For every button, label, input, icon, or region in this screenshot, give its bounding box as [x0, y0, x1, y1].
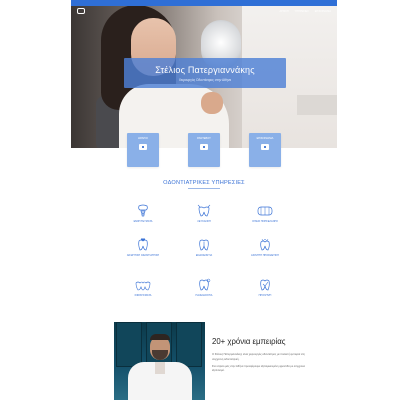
service-prevention[interactable]: ΠΡΟΛΗΨΗ — [233, 278, 297, 297]
service-label: ΠΑΙΔΟΔΟΝΤΙΑ — [195, 294, 213, 297]
doctor-hair — [150, 334, 170, 340]
service-label: ΠΡΟΛΗΨΗ — [258, 294, 272, 297]
navbar: ΑΡΧΙΚΗ ΥΠΗΡΕΣΙΕΣ ΕΠΙΚΟΙΝΩΝΙΑ — [71, 6, 337, 16]
mail-icon — [261, 144, 269, 150]
service-implants[interactable]: ΕΜΦΥΤΕΥΜΑΤΑ — [111, 204, 175, 223]
service-label: ΛΕΥΚΑΝΣΗ — [197, 220, 211, 223]
service-fillings[interactable]: ΣΦΡΑΓΙΣΜΑΤΑ — [111, 280, 175, 297]
service-endodontics[interactable]: ΕΝΔΟΔΟΝΤΙΑ — [172, 238, 236, 257]
hero-title: Στέλιος Πατεργιαννάκης — [155, 64, 255, 75]
card-label: ΩΡΑΡΙΟ — [138, 137, 148, 140]
child-tooth-icon — [199, 278, 211, 291]
service-whitening[interactable]: ΛΕΥΚΑΝΣΗ — [172, 204, 236, 223]
hero-shelf — [297, 95, 337, 115]
about-title: 20+ χρόνια εμπειρίας — [212, 337, 286, 346]
nav-link-services[interactable]: ΥΠΗΡΕΣΙΕΣ — [295, 10, 309, 13]
nav-link-contact[interactable]: ΕΠΙΚΟΙΝΩΝΙΑ — [315, 10, 331, 13]
tooth-icon — [138, 238, 148, 251]
service-label: ΕΝΔΟΔΟΝΤΙΑ — [195, 254, 213, 257]
card-hours[interactable]: ΩΡΑΡΙΟ — [127, 133, 159, 167]
hero-person-hand — [201, 92, 223, 114]
tooth-logo-icon[interactable] — [77, 8, 85, 14]
doctor-collar — [155, 362, 165, 374]
whitening-icon — [197, 204, 211, 217]
service-label: ΣΦΡΑΓΙΣΜΑΤΑ — [134, 294, 152, 297]
calendar-icon — [139, 144, 147, 150]
root-canal-icon — [199, 239, 209, 251]
service-label: ΑΚΙΝΗΤΗ ΠΡΟΣΘΕΤΙΚΗ — [251, 254, 279, 257]
services-title: ΟΔΟΝΤΙΑΤΡΙΚΕΣ ΥΠΗΡΕΣΙΕΣ — [163, 180, 245, 186]
implant-icon — [138, 204, 148, 217]
doctor-photo — [114, 322, 205, 400]
card-contact[interactable]: ΕΠΙΚΟΙΝΩΝΙΑ — [249, 133, 281, 167]
nav-link-home[interactable]: ΑΡΧΙΚΗ — [280, 10, 289, 13]
card-appointment[interactable]: ΡΑΝΤΕΒΟΥ — [188, 133, 220, 167]
card-label: ΡΑΝΤΕΒΟΥ — [197, 137, 211, 140]
service-label: ΑΙΣΘΗΤΙΚΗ ΟΔΟΝΤΙΑΤΡΙΚΗ — [126, 254, 160, 257]
service-label: ΕΜΦΥΤΕΥΜΑΤΑ — [133, 220, 153, 223]
crown-icon — [260, 238, 270, 251]
veneer-icon — [257, 206, 273, 216]
website: Στέλιος Πατεργιαννάκης Χειρουργός Οδοντί… — [71, 0, 337, 400]
card-label: ΕΠΙΚΟΙΝΩΝΙΑ — [256, 137, 274, 140]
service-pediatric[interactable]: ΠΑΙΔΟΔΟΝΤΙΑ — [172, 278, 236, 297]
service-veneers[interactable]: ΟΨΕΙΣ ΠΟΡΣΕΛΑΝΗΣ — [233, 204, 297, 223]
hero-banner: Στέλιος Πατεργιαννάκης Χειρουργός Οδοντί… — [124, 58, 286, 88]
nav-links: ΑΡΧΙΚΗ ΥΠΗΡΕΣΙΕΣ ΕΠΙΚΟΙΝΩΝΙΑ — [280, 10, 332, 13]
prevention-icon — [260, 279, 270, 291]
filling-icon — [135, 281, 151, 291]
hero-section: Στέλιος Πατεργιαννάκης Χειρουργός Οδοντί… — [71, 0, 337, 148]
service-aesthetic[interactable]: ΑΙΣΘΗΤΙΚΗ ΟΔΟΝΤΙΑΤΡΙΚΗ — [111, 238, 175, 257]
about-paragraph: Ο Στέλιος Πατεργιαννάκης είναι χειρουργό… — [212, 353, 305, 361]
feature-cards: ΩΡΑΡΙΟ ΡΑΝΤΕΒΟΥ ΕΠΙΚΟΙΝΩΝΙΑ — [71, 133, 337, 167]
window-pane — [116, 322, 142, 367]
service-label: ΟΨΕΙΣ ΠΟΡΣΕΛΑΝΗΣ — [252, 220, 278, 223]
window-pane — [176, 322, 202, 367]
page: Στέλιος Πατεργιαννάκης Χειρουργός Οδοντί… — [0, 0, 400, 400]
about-paragraph: Στο ιατρείο μας στην Αθήνα προσφέρουμε ε… — [212, 364, 306, 373]
hero-subtitle: Χειρουργός Οδοντίατρος στην Αθήνα — [178, 77, 232, 82]
service-prosthetics[interactable]: ΑΚΙΝΗΤΗ ΠΡΟΣΘΕΤΙΚΗ — [233, 238, 297, 257]
services-divider — [188, 188, 220, 189]
about-text: Ο Στέλιος Πατεργιαννάκης είναι χειρουργό… — [212, 353, 308, 376]
calendar-icon — [200, 144, 208, 150]
